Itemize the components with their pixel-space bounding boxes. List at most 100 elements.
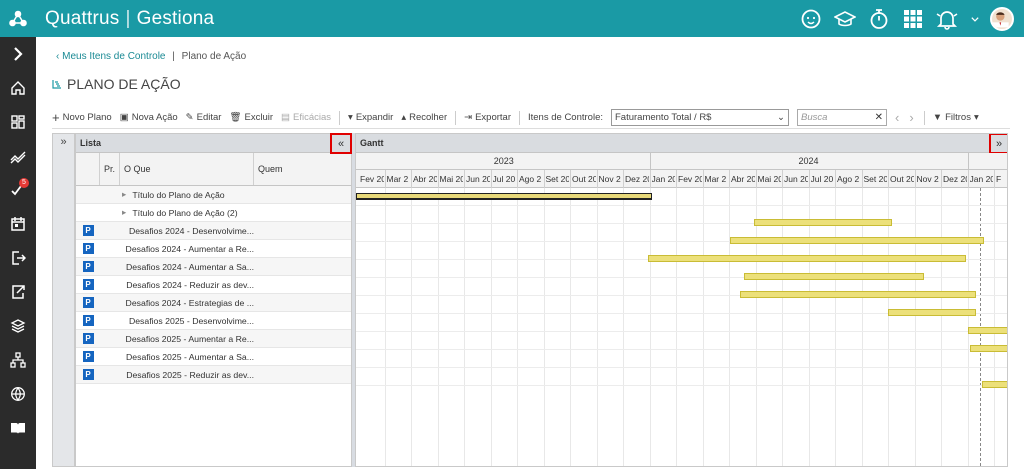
list-item[interactable]: P Desafios 2024 - Reduzir as dev...: [76, 276, 351, 294]
item-title: Desafios 2024 - Aumentar a Sa...: [126, 261, 254, 272]
notification-badge: 5: [19, 178, 29, 188]
list-item[interactable]: P Desafios 2025 - Reduzir as dev...: [76, 366, 351, 384]
avatar[interactable]: [990, 6, 1014, 31]
gantt-month-label: Ago 2: [837, 174, 860, 184]
gantt-bar[interactable]: [968, 327, 1007, 334]
collapse-list-button[interactable]: «: [330, 133, 352, 154]
chevron-down-icon[interactable]: [964, 0, 986, 37]
effectiveness-button[interactable]: ▤ Eficácias: [281, 112, 331, 123]
page-title: PLANO DE AÇÃO: [52, 76, 181, 92]
expand-gantt-button[interactable]: »: [989, 134, 1007, 154]
gantt-month-label: Out 20: [572, 174, 596, 184]
export-button[interactable]: ⇥ Exportar: [464, 112, 511, 123]
new-plan-button[interactable]: + Novo Plano: [52, 110, 112, 125]
list-item[interactable]: P Desafios 2025 - Desenvolvime...: [76, 312, 351, 330]
expand-panels-icon[interactable]: »: [53, 134, 74, 148]
export-alt-icon[interactable]: [0, 275, 36, 309]
graduation-cap-icon[interactable]: [828, 0, 862, 37]
gantt-month-label: Fev 20: [678, 174, 702, 184]
gantt-bar[interactable]: [730, 237, 984, 244]
gantt-bar[interactable]: [744, 273, 924, 280]
caret-down-icon: ▾: [348, 112, 353, 123]
breadcrumb-back-link[interactable]: ‹ Meus Itens de Controle: [56, 51, 166, 62]
list-item[interactable]: P Desafios 2025 - Aumentar a Re...: [76, 330, 351, 348]
gantt-month-label: Set 20: [545, 174, 570, 184]
gantt-month-label: Mar 2: [704, 174, 727, 184]
layers-icon[interactable]: [0, 309, 36, 343]
baby-face-icon[interactable]: [794, 0, 828, 37]
col-what[interactable]: O Que: [120, 153, 254, 185]
stopwatch-icon[interactable]: [862, 0, 896, 37]
gantt-month-label: Set 20: [863, 174, 888, 184]
globe-icon[interactable]: [0, 377, 36, 411]
new-action-button[interactable]: ▣ Nova Ação: [120, 112, 178, 123]
trend-icon[interactable]: [0, 139, 36, 173]
gantt-chart-icon: [52, 80, 61, 89]
gantt-bar[interactable]: [982, 381, 1007, 388]
search-input[interactable]: Busca ✕: [797, 109, 887, 126]
expand-row-icon[interactable]: ▸: [122, 189, 126, 200]
apps-grid-icon[interactable]: [896, 0, 930, 37]
gantt-month-label: Jul 20: [492, 174, 516, 184]
gantt-month-label: Dez 20: [943, 174, 967, 184]
checklist-icon[interactable]: 5: [0, 173, 36, 207]
gantt-month-label: Dez 20: [625, 174, 649, 184]
list-item[interactable]: P Desafios 2024 - Estrategias de ...: [76, 294, 351, 312]
item-title: Desafios 2024 - Reduzir as dev...: [126, 279, 254, 290]
next-arrow-icon[interactable]: ›: [909, 110, 913, 125]
list-item[interactable]: P Desafios 2024 - Aumentar a Sa...: [76, 258, 351, 276]
gantt-month-label: Jan 20: [651, 174, 676, 184]
col-who[interactable]: Quem: [254, 153, 351, 185]
top-bar: Quattrus | Gestiona: [36, 0, 1024, 37]
edit-button[interactable]: ✎ Editar: [186, 112, 222, 123]
col-priority[interactable]: Pr.: [100, 153, 120, 185]
list-item[interactable]: P Desafios 2024 - Aumentar a Re...: [76, 240, 351, 258]
export-icon: ⇥: [464, 112, 473, 123]
plus-icon: +: [52, 110, 60, 125]
gantt-bar[interactable]: [888, 309, 976, 316]
filters-button[interactable]: ▼ Filtros ▾: [933, 112, 979, 123]
panel-collapse-strip: »: [52, 133, 75, 467]
chevron-down-icon: ⌄: [777, 112, 785, 123]
list-item[interactable]: ▸ Título do Plano de Ação: [76, 186, 351, 204]
control-items-label: Itens de Controle:: [528, 112, 603, 123]
gantt-bar[interactable]: [356, 193, 652, 200]
new-action-icon: ▣: [119, 112, 129, 123]
chevron-right-icon[interactable]: [0, 37, 36, 71]
expand-button[interactable]: ▾ Expandir: [348, 112, 393, 123]
gantt-month-label: Mar 2: [386, 174, 409, 184]
item-title: Desafios 2025 - Aumentar a Sa...: [126, 351, 254, 362]
gantt-bar[interactable]: [740, 291, 976, 298]
pencil-icon: ✎: [185, 112, 194, 123]
sitemap-icon[interactable]: [0, 343, 36, 377]
list-item[interactable]: ▸ Título do Plano de Ação (2): [76, 204, 351, 222]
gantt-month-label: Out 20: [890, 174, 914, 184]
list-item[interactable]: P Desafios 2024 - Desenvolvime...: [76, 222, 351, 240]
effectiveness-icon: ▤: [281, 112, 291, 123]
collapse-button[interactable]: ▴ Recolher: [401, 112, 447, 123]
plan-badge-icon: P: [82, 243, 94, 254]
export-icon[interactable]: [0, 241, 36, 275]
gantt-bar[interactable]: [648, 255, 966, 262]
book-icon[interactable]: [0, 411, 36, 445]
trash-icon: 🗑: [229, 112, 242, 123]
dashboard-icon[interactable]: [0, 105, 36, 139]
plan-badge-icon: P: [82, 297, 94, 308]
list-panel: Lista « Pr. O Que Quem ▸ Título do Plano …: [75, 133, 352, 467]
list-item[interactable]: P Desafios 2025 - Aumentar a Sa...: [76, 348, 351, 366]
logo-icon[interactable]: [0, 0, 36, 37]
plan-badge-icon: P: [82, 315, 94, 326]
bell-icon[interactable]: [930, 0, 964, 37]
gantt-row: [356, 368, 1007, 386]
prev-arrow-icon[interactable]: ‹: [895, 110, 899, 125]
calendar-icon[interactable]: [0, 207, 36, 241]
gantt-bar[interactable]: [970, 345, 1007, 352]
gantt-year-label: 2023: [493, 156, 514, 166]
gantt-bar[interactable]: [754, 219, 892, 226]
delete-button[interactable]: 🗑 Excluir: [229, 112, 273, 123]
gantt-month-label: Nov 2: [916, 174, 939, 184]
expand-row-icon[interactable]: ▸: [122, 207, 126, 218]
list-panel-header: Lista: [76, 134, 351, 153]
home-icon[interactable]: [0, 71, 36, 105]
control-items-select[interactable]: Faturamento Total / R$ ⌄: [611, 109, 789, 126]
